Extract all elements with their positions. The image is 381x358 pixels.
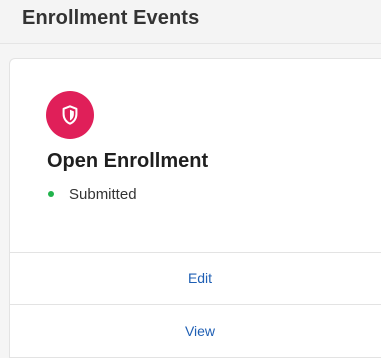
enrollment-event-card: Open Enrollment Submitted Edit View (9, 58, 381, 358)
event-status: Submitted (46, 185, 137, 203)
event-title: Open Enrollment (47, 150, 209, 172)
event-icon-badge (46, 91, 94, 139)
status-label: Submitted (69, 185, 137, 203)
page-title: Enrollment Events (22, 7, 200, 29)
shield-icon (62, 105, 78, 125)
edit-button[interactable]: Edit (10, 253, 381, 304)
view-button[interactable]: View (10, 305, 381, 357)
status-dot (48, 191, 54, 197)
page-header: Enrollment Events (0, 0, 381, 44)
